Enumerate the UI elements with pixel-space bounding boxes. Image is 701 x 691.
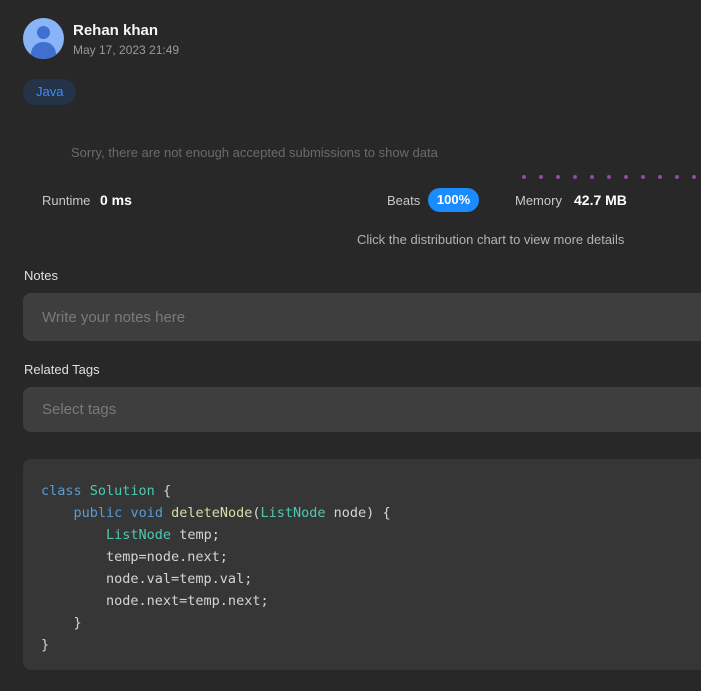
related-tags-label: Related Tags xyxy=(24,362,100,377)
code-line: ListNode temp; xyxy=(106,527,220,543)
memory-value: 42.7 MB xyxy=(574,192,627,208)
beats-badge: 100% xyxy=(428,188,479,212)
code-line: } xyxy=(41,637,50,653)
notes-input[interactable] xyxy=(23,293,701,341)
language-tag[interactable]: Java xyxy=(23,79,77,105)
code-line: class Solution { xyxy=(41,483,172,499)
runtime-value: 0 ms xyxy=(100,192,132,208)
code-line: node.val=temp.val; xyxy=(41,571,253,587)
code-line: temp=node.next; xyxy=(41,549,228,565)
user-icon xyxy=(37,26,50,39)
author-name[interactable]: Rehan khan xyxy=(73,22,158,39)
tags-select[interactable]: Select tags xyxy=(23,387,701,432)
code-line: public void deleteNode(ListNode node) { xyxy=(73,505,391,521)
code-line: node.next=temp.next; xyxy=(41,593,269,609)
beats-label: Beats xyxy=(387,193,421,208)
runtime-label: Runtime xyxy=(42,193,91,208)
submission-date: May 17, 2023 21:49 xyxy=(73,43,180,57)
avatar[interactable] xyxy=(23,18,64,59)
code-content: class Solution { public void deleteNode(… xyxy=(41,480,695,656)
chart-hint: Click the distribution chart to view mor… xyxy=(357,232,625,247)
insufficient-data-notice: Sorry, there are not enough accepted sub… xyxy=(71,145,438,160)
distribution-chart[interactable] xyxy=(522,175,701,179)
memory-label: Memory xyxy=(515,193,562,208)
code-line: } xyxy=(41,615,82,631)
notes-label: Notes xyxy=(24,268,58,283)
code-block[interactable]: class Solution { public void deleteNode(… xyxy=(23,459,701,670)
